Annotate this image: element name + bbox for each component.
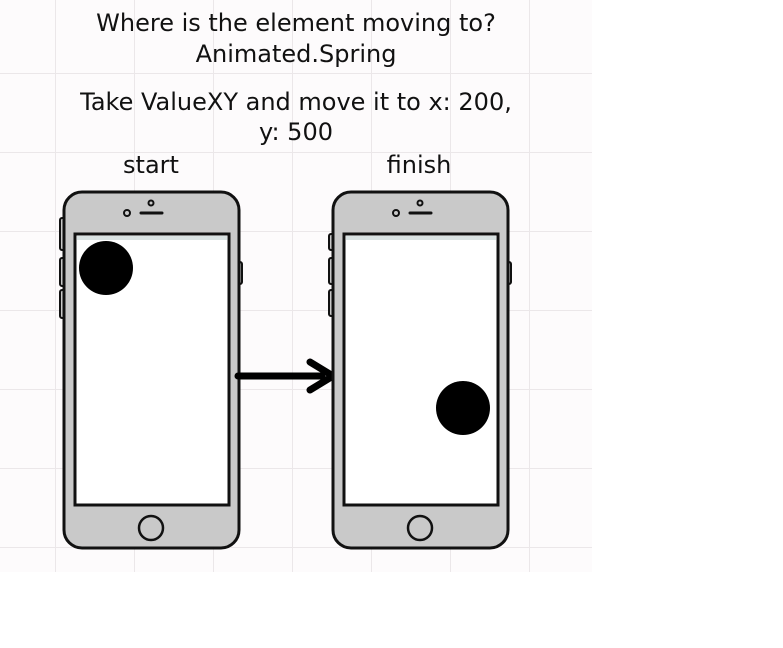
start-phone [59, 190, 243, 550]
diagram-canvas: Where is the element moving to? Animated… [0, 0, 592, 572]
start-phone-screen-top [77, 236, 227, 240]
phones-diagram [59, 190, 512, 550]
finish-phone-screen-top [346, 236, 496, 240]
start-ball [79, 241, 133, 295]
finish-ball [436, 381, 490, 435]
finish-phone-screen [342, 232, 500, 507]
arrow-icon [234, 358, 337, 394]
finish-phone [328, 190, 512, 550]
